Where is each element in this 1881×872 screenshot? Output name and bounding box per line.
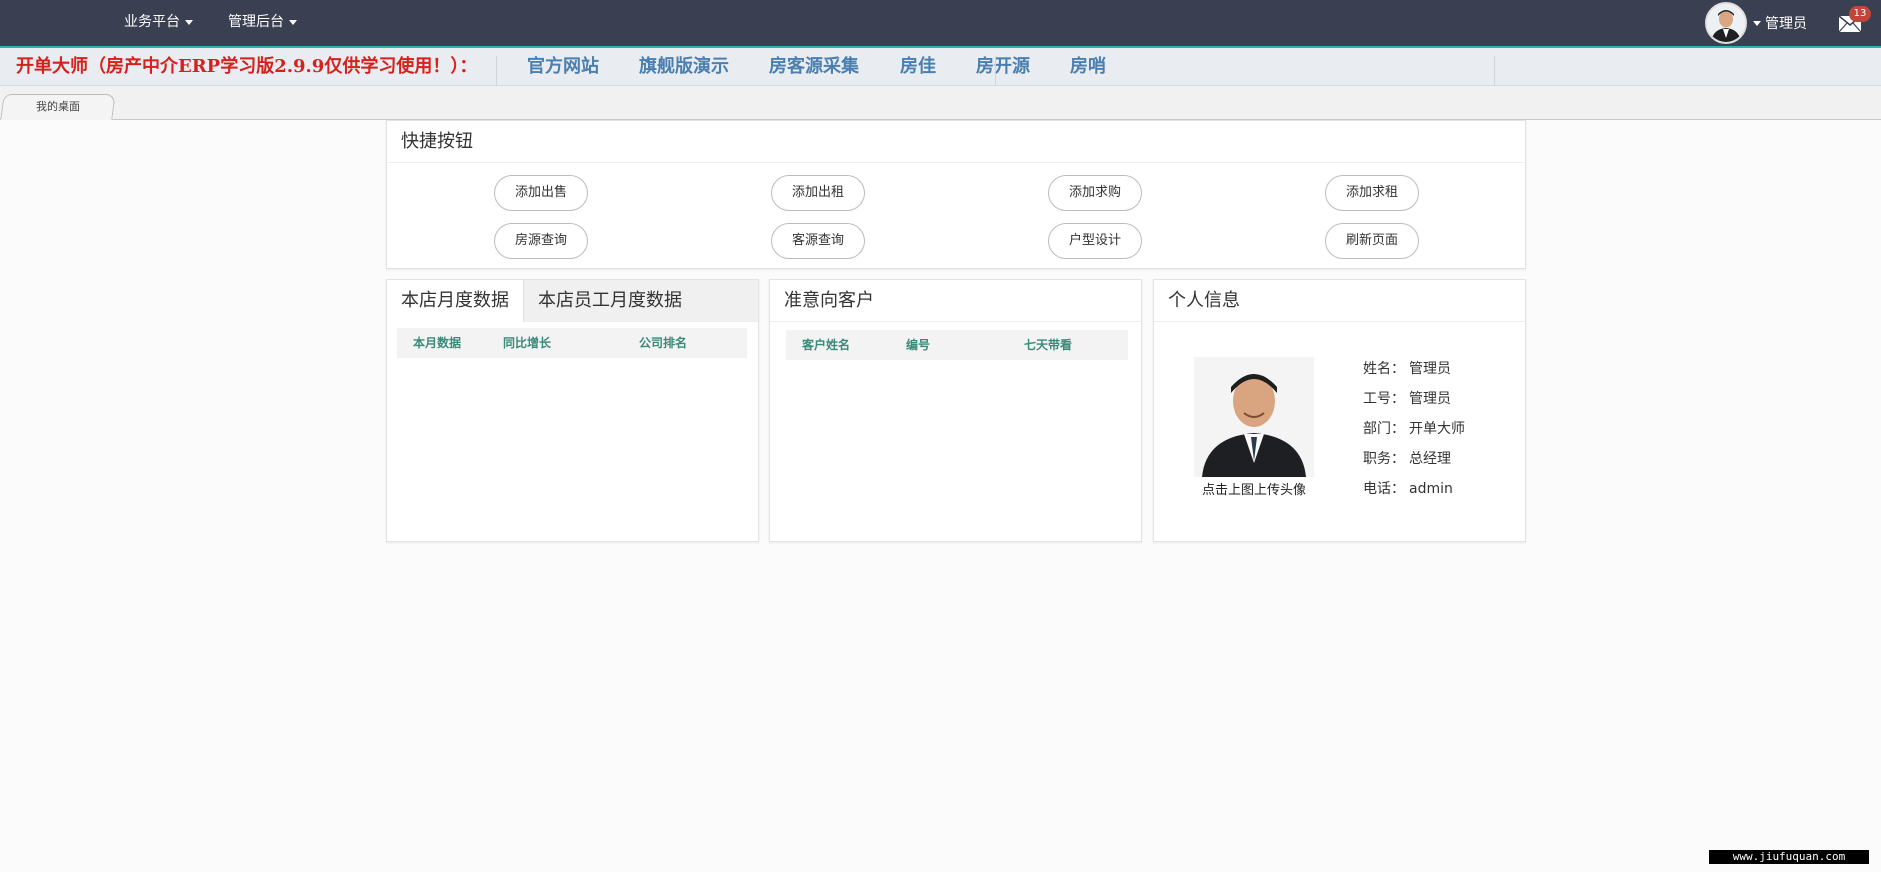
add-sale-button[interactable]: 添加出售 [494, 175, 588, 211]
listing-search-button[interactable]: 房源查询 [494, 223, 588, 259]
info-department-label: 部门： [1363, 421, 1405, 437]
tab-my-desktop-label: 我的桌面 [36, 100, 80, 113]
top-navbar: 业务平台 管理后台 管理员 13 [0, 0, 1881, 48]
caret-down-icon [1753, 20, 1761, 26]
person-photo-icon [1194, 357, 1314, 477]
info-employee-id-value: 管理员 [1409, 391, 1451, 407]
column-header-yoy-growth[interactable]: 同比增长 [503, 328, 551, 358]
info-phone-label: 电话： [1363, 481, 1405, 497]
info-employee-id: 工号： 管理员 [1363, 388, 1451, 408]
promo-banner: 开单大师（房产中介ERP学习版2.9.9仅供学习使用！）： 官方网站 旗舰版演示… [0, 48, 1881, 86]
menu-admin-backend-label: 管理后台 [228, 14, 284, 30]
tab-staff-monthly[interactable]: 本店员工月度数据 [523, 280, 758, 322]
info-phone: 电话： admin [1363, 478, 1453, 498]
link-fangshao[interactable]: 房哨 [1070, 48, 1106, 86]
quick-buttons-title: 快捷按钮 [387, 121, 1525, 163]
mail-count-badge: 13 [1849, 6, 1871, 22]
link-fangkaiyuan[interactable]: 房开源 [976, 48, 1030, 86]
banner-title: 开单大师（房产中介ERP学习版2.9.9仅供学习使用！）： [16, 56, 478, 77]
tab-store-monthly[interactable]: 本店月度数据 [387, 280, 523, 322]
monthly-tabs: 本店月度数据 本店员工月度数据 [387, 280, 758, 322]
info-name-value: 管理员 [1409, 361, 1451, 377]
menu-business-platform-label: 业务平台 [124, 14, 180, 30]
menu-admin-backend[interactable]: 管理后台 [228, 0, 297, 46]
watermark: www.jiufuquan.com [1709, 850, 1869, 864]
info-phone-value: admin [1409, 481, 1453, 497]
caret-down-icon [185, 19, 193, 25]
add-rent-request-button[interactable]: 添加求租 [1325, 175, 1419, 211]
prospective-customers-title: 准意向客户 [770, 280, 1141, 322]
column-header-company-rank[interactable]: 公司排名 [639, 328, 687, 358]
add-buy-request-button[interactable]: 添加求购 [1048, 175, 1142, 211]
quick-buttons-panel: 快捷按钮 添加出售 添加出租 添加求购 添加求租 房源查询 客源查询 户型设计 … [386, 120, 1526, 269]
column-header-seven-day-viewings[interactable]: 七天带看 [1024, 330, 1072, 360]
link-flagship-demo[interactable]: 旗舰版演示 [639, 48, 729, 86]
link-official-site[interactable]: 官方网站 [527, 48, 599, 86]
column-header-this-month[interactable]: 本月数据 [413, 328, 461, 358]
user-menu[interactable]: 管理员 [1705, 2, 1807, 44]
profile-photo[interactable] [1194, 357, 1314, 477]
info-position: 职务： 总经理 [1363, 448, 1451, 468]
caret-down-icon [289, 19, 297, 25]
info-name: 姓名： 管理员 [1363, 358, 1451, 378]
monthly-table-header: 本月数据 同比增长 公司排名 [397, 328, 747, 358]
mail-button[interactable]: 13 [1839, 6, 1871, 32]
menu-business-platform[interactable]: 业务平台 [124, 0, 193, 46]
user-name: 管理员 [1765, 16, 1807, 32]
info-position-label: 职务： [1363, 451, 1405, 467]
refresh-page-button[interactable]: 刷新页面 [1325, 223, 1419, 259]
add-rent-button[interactable]: 添加出租 [771, 175, 865, 211]
upload-avatar-hint[interactable]: 点击上图上传头像 [1174, 479, 1334, 498]
personal-info-panel: 个人信息 点击上图上传头像 姓名： 管理员 工号： 管理员 部门： 开单大师 职务：总… [1153, 279, 1526, 542]
info-employee-id-label: 工号： [1363, 391, 1405, 407]
prospective-customers-panel: 准意向客户 客户姓名 编号 七天带看 [769, 279, 1142, 542]
client-search-button[interactable]: 客源查询 [771, 223, 865, 259]
info-position-value: 总经理 [1409, 451, 1451, 467]
link-fangjia[interactable]: 房佳 [900, 48, 936, 86]
link-listing-collector[interactable]: 房客源采集 [769, 48, 859, 86]
divider [995, 56, 996, 86]
info-department-value: 开单大师 [1409, 421, 1465, 437]
divider [496, 56, 497, 86]
info-department: 部门： 开单大师 [1363, 418, 1465, 438]
personal-info-title: 个人信息 [1154, 280, 1525, 322]
divider [1494, 56, 1495, 86]
tab-strip: 我的桌面 [0, 86, 1881, 120]
column-header-client-name[interactable]: 客户姓名 [802, 330, 850, 360]
avatar [1705, 2, 1747, 44]
column-header-id[interactable]: 编号 [906, 330, 930, 360]
info-name-label: 姓名： [1363, 361, 1405, 377]
tab-my-desktop[interactable]: 我的桌面 [0, 94, 116, 120]
person-avatar-icon [1707, 4, 1745, 42]
customers-table-header: 客户姓名 编号 七天带看 [786, 330, 1128, 360]
floorplan-design-button[interactable]: 户型设计 [1048, 223, 1142, 259]
monthly-data-panel: 本店月度数据 本店员工月度数据 本月数据 同比增长 公司排名 [386, 279, 759, 542]
